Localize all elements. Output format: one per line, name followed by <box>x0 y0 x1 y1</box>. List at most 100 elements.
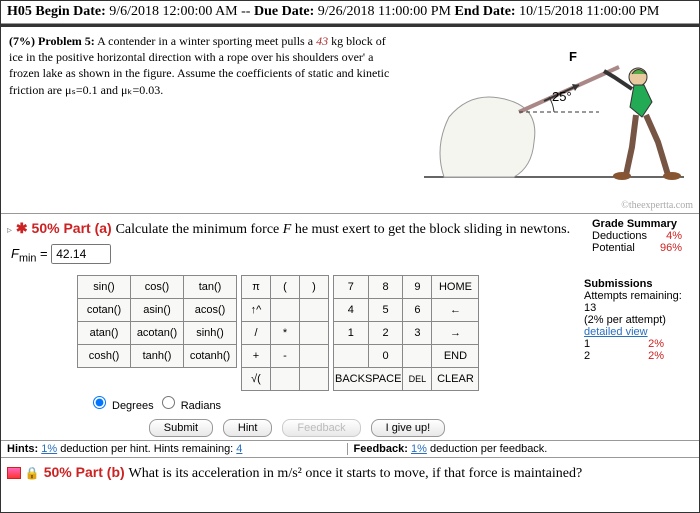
hint-button[interactable]: Hint <box>223 419 273 437</box>
att2v: 2% <box>648 350 664 362</box>
answer-row: Fmin = <box>11 244 693 265</box>
key-tanh[interactable]: tanh() <box>131 344 184 367</box>
answer-sub: min <box>19 253 36 265</box>
flag-icon <box>7 467 21 479</box>
key-sinh[interactable]: sinh() <box>184 321 237 344</box>
deductions-val: 4% <box>666 230 682 242</box>
prompt-pre: Calculate the minimum force <box>116 222 283 237</box>
key-sub[interactable]: - <box>271 344 300 367</box>
assignment-header: H05 Begin Date: 9/6/2018 12:00:00 AM -- … <box>1 1 699 24</box>
radians-radio[interactable]: Radians <box>157 400 221 412</box>
key-add[interactable]: + <box>242 344 271 367</box>
key-blank3[interactable] <box>300 321 329 344</box>
key-blank6[interactable] <box>300 367 329 390</box>
fb-cost: 1% <box>411 443 427 455</box>
key-end[interactable]: END <box>432 344 479 367</box>
answer-var: F <box>11 246 19 261</box>
key-cos[interactable]: cos() <box>131 275 184 298</box>
key-del[interactable]: DEL <box>403 367 432 390</box>
submit-button[interactable]: Submit <box>149 419 213 437</box>
key-blank7[interactable] <box>334 344 369 367</box>
problem-text-pre: A contender in a winter sporting meet pu… <box>97 34 316 48</box>
part-b-label: Part (b) <box>76 464 125 480</box>
key-tan[interactable]: tan() <box>184 275 237 298</box>
part-a-label: Part (a) <box>63 220 111 236</box>
key-sin[interactable]: sin() <box>78 275 131 298</box>
subs-title: Submissions <box>584 278 694 290</box>
key-cosh[interactable]: cosh() <box>78 344 131 367</box>
problem-mass: 43 <box>316 34 328 48</box>
key-1[interactable]: 1 <box>334 321 369 344</box>
hints-feedback-row: Hints: 1% deduction per hint. Hints rema… <box>1 440 699 457</box>
att1v: 2% <box>648 338 664 350</box>
hw-id: H05 <box>7 4 32 19</box>
key-pow[interactable]: ↑^ <box>242 298 271 321</box>
problem-pct: (7%) <box>9 34 35 48</box>
key-8[interactable]: 8 <box>368 275 403 298</box>
end-label: End Date: <box>455 4 516 19</box>
key-mul[interactable]: * <box>271 321 300 344</box>
key-div[interactable]: / <box>242 321 271 344</box>
key-3[interactable]: 3 <box>403 321 432 344</box>
calculator: sin()cos()tan() cotan()asin()acos() atan… <box>77 275 517 437</box>
part-a-title: ▹ ✱ 50% Part (a) Calculate the minimum f… <box>7 220 693 238</box>
operator-keys: π() ↑^ /* +- √( <box>241 275 329 391</box>
due-label: Due Date: <box>254 4 314 19</box>
key-6[interactable]: 6 <box>403 298 432 321</box>
arrow-icon: ▹ <box>7 225 12 236</box>
key-rparen[interactable]: ) <box>300 275 329 298</box>
key-blank5[interactable] <box>271 367 300 390</box>
key-pi[interactable]: π <box>242 275 271 298</box>
key-0[interactable]: 0 <box>368 344 403 367</box>
key-backspace[interactable]: BACKSPACE <box>334 367 403 390</box>
number-keys: 789HOME 456← 123→ 0 END BACKSPACEDELCLEAR <box>333 275 479 391</box>
key-9[interactable]: 9 <box>403 275 432 298</box>
lock-icon: 🔒 <box>25 466 40 480</box>
part-b-block: 🔒 50% Part (b) What is its acceleration … <box>1 457 699 488</box>
subs-per: (2% per attempt) <box>584 314 694 326</box>
end-date: 10/15/2018 11:00:00 PM <box>519 4 659 19</box>
star-icon: ✱ <box>16 220 28 236</box>
key-sqrt[interactable]: √( <box>242 367 271 390</box>
grade-summary: Grade Summary Deductions4% Potential96% <box>592 218 682 254</box>
part-a-prompt: Calculate the minimum force F he must ex… <box>116 222 571 237</box>
key-blank8[interactable] <box>403 344 432 367</box>
degrees-radio[interactable]: Degrees <box>88 400 154 412</box>
key-left[interactable]: ← <box>432 298 479 321</box>
key-acotan[interactable]: acotan() <box>131 321 184 344</box>
begin-date: 9/6/2018 12:00:00 AM <box>109 4 237 19</box>
key-asin[interactable]: asin() <box>131 298 184 321</box>
key-atan[interactable]: atan() <box>78 321 131 344</box>
detailed-view-link[interactable]: detailed view <box>584 326 694 338</box>
subs-remaining: Attempts remaining: 13 <box>584 290 694 314</box>
hints-rem: 4 <box>236 443 242 455</box>
key-4[interactable]: 4 <box>334 298 369 321</box>
giveup-button[interactable]: I give up! <box>371 419 446 437</box>
hints-cost: 1% <box>41 443 57 455</box>
key-cotanh[interactable]: cotanh() <box>184 344 237 367</box>
action-buttons: Submit Hint Feedback I give up! <box>77 418 517 437</box>
part-b-pct: 50% <box>44 464 72 480</box>
key-home[interactable]: HOME <box>432 275 479 298</box>
key-7[interactable]: 7 <box>334 275 369 298</box>
key-acos[interactable]: acos() <box>184 298 237 321</box>
att2: 2 <box>584 350 590 362</box>
fb-text: deduction per feedback. <box>427 443 547 455</box>
key-cotan[interactable]: cotan() <box>78 298 131 321</box>
key-clear[interactable]: CLEAR <box>432 367 479 390</box>
key-2[interactable]: 2 <box>368 321 403 344</box>
key-blank1[interactable] <box>271 298 300 321</box>
angle-label: 25° <box>552 89 572 104</box>
grade-title: Grade Summary <box>592 218 682 230</box>
problem-label: Problem 5: <box>38 34 95 48</box>
key-lparen[interactable]: ( <box>271 275 300 298</box>
hints-label: Hints: <box>7 443 38 455</box>
key-5[interactable]: 5 <box>368 298 403 321</box>
part-b-prompt: What is its acceleration in m/s² once it… <box>129 466 583 481</box>
part-a-pct: 50% <box>32 220 60 236</box>
key-blank4[interactable] <box>300 344 329 367</box>
key-right[interactable]: → <box>432 321 479 344</box>
key-blank2[interactable] <box>300 298 329 321</box>
answer-eq: = <box>40 246 48 261</box>
answer-input[interactable] <box>51 244 111 264</box>
